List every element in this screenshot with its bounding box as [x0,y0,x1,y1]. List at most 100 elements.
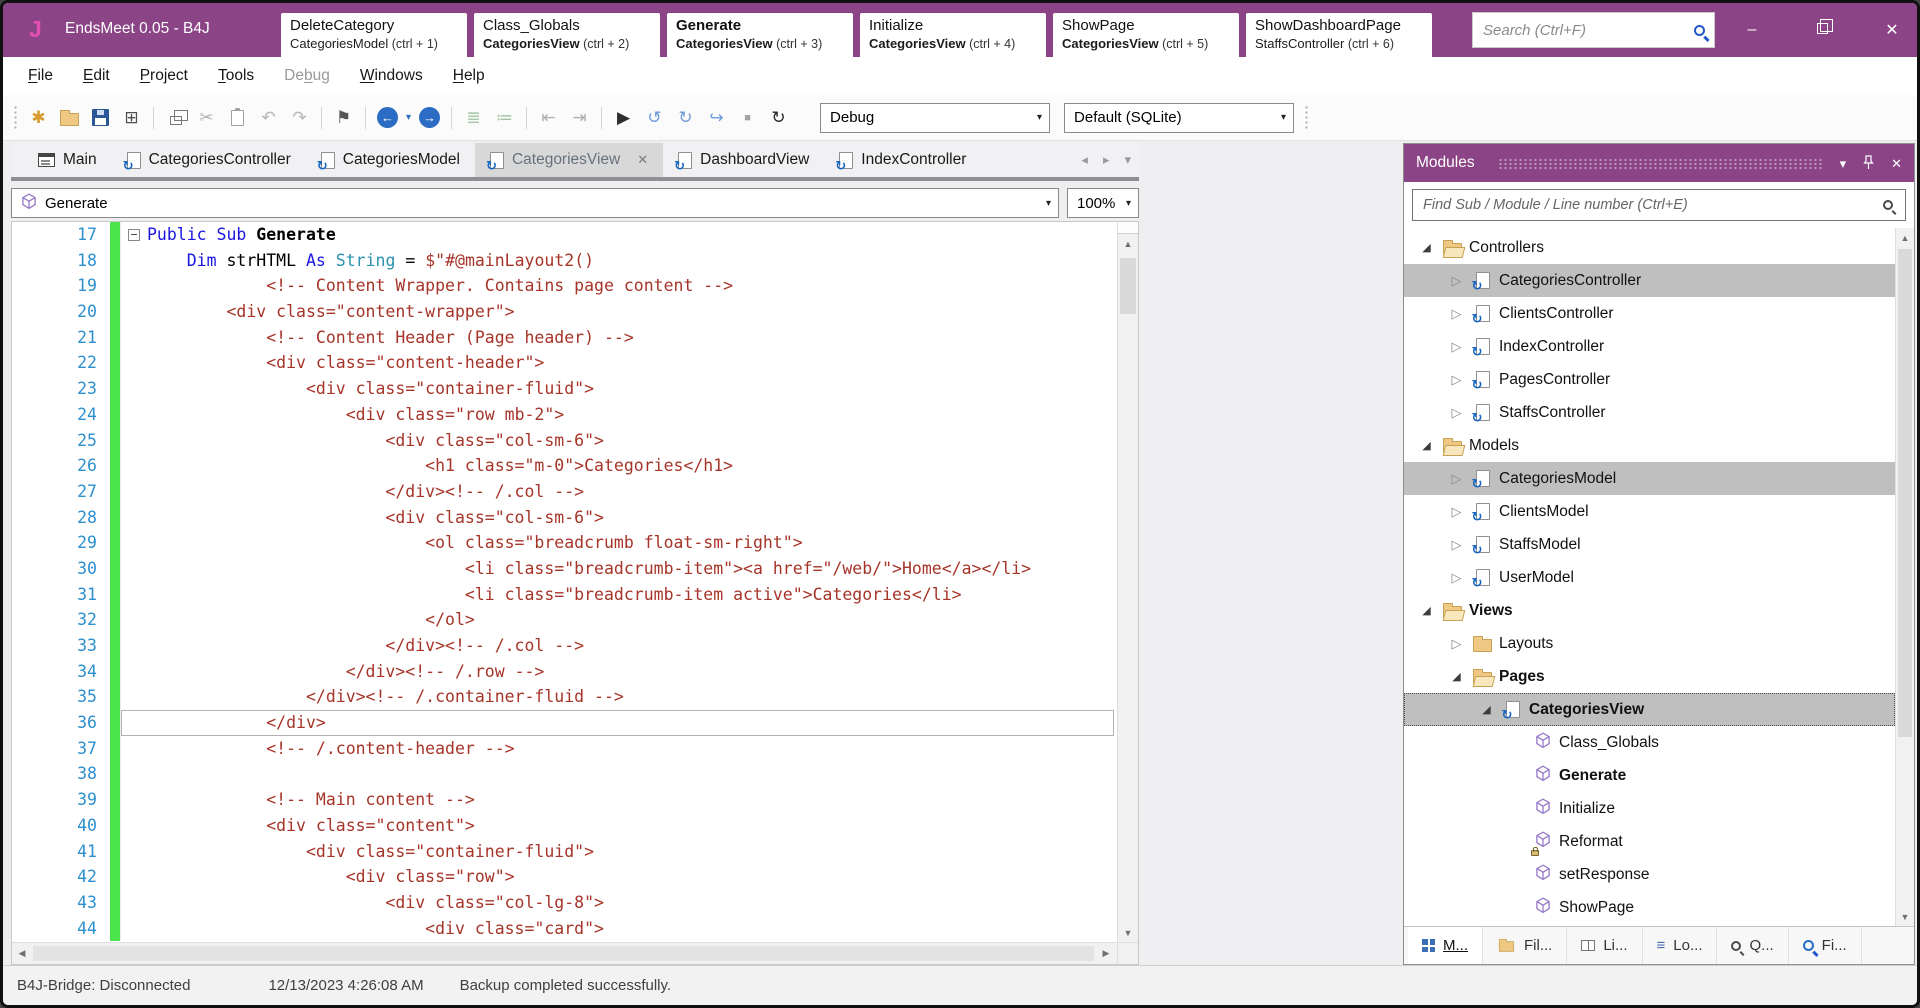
save-button[interactable] [87,104,114,131]
smart-string-button[interactable]: ≔ [491,104,518,131]
menu-windows[interactable]: Windows [345,57,438,95]
quick-access-tab[interactable]: ShowDashboardPageStaffsController (ctrl … [1246,13,1432,57]
fold-collapse-icon[interactable]: − [128,229,140,241]
find-sub-module-input[interactable]: Find Sub / Module / Line number (Ctrl+E) [1412,189,1906,221]
editor-splitter-handle[interactable] [1118,222,1138,234]
menu-edit[interactable]: Edit [68,57,125,95]
tree-item-categoriesview[interactable]: ◢↻CategoriesView [1404,693,1895,726]
tree-item-generate[interactable]: Generate [1404,759,1895,792]
doc-tab-categoriescontroller[interactable]: ↻CategoriesController [112,143,306,177]
navigate-forward-button[interactable]: → [416,104,443,131]
tree-item-indexcontroller[interactable]: ▷↻IndexController [1404,330,1895,363]
editor-horizontal-scrollbar[interactable]: ◀ ▶ [12,942,1138,964]
step-over-button[interactable]: ↪ [703,104,730,131]
collapsed-arrow-icon[interactable]: ▷ [1444,537,1469,553]
restore-button[interactable] [1809,21,1835,39]
tree-item-layouts[interactable]: ▷Layouts [1404,627,1895,660]
tree-item-views[interactable]: ◢Views [1404,594,1895,627]
tree-item-staffsmodel[interactable]: ▷↻StaffsModel [1404,528,1895,561]
redo-button[interactable]: ↷ [286,104,313,131]
code-editor[interactable]: 17−Public Sub Generate18 Dim strHTML As … [12,222,1117,942]
pause-button[interactable]: ↻ [672,104,699,131]
navigate-back-dropdown[interactable]: ▾ [406,112,411,123]
tab-scroll-left-button[interactable]: ◂ [1081,152,1088,168]
doc-tab-main[interactable]: Main [23,143,112,177]
indent-button[interactable]: ⇥ [566,104,593,131]
tree-item-categoriescontroller[interactable]: ▷↻CategoriesController [1404,264,1895,297]
tree-scroll-thumb[interactable] [1898,249,1912,737]
tree-item-reformat[interactable]: Reformat [1404,825,1895,858]
search-icon[interactable] [1694,25,1705,36]
tree-item-showpage[interactable]: ShowPage [1404,891,1895,924]
tree-vertical-scrollbar[interactable]: ▲ ▼ [1895,228,1914,926]
zoom-dropdown[interactable]: 100% ▾ [1067,188,1139,218]
tab-scroll-right-button[interactable]: ▸ [1103,152,1110,168]
tree-item-clientscontroller[interactable]: ▷↻ClientsController [1404,297,1895,330]
toolbar-overflow-grip[interactable] [1304,105,1309,131]
tool-tab-files[interactable]: Fil... [1483,927,1567,964]
cut-button[interactable]: ✂ [193,104,220,131]
close-icon[interactable]: ✕ [637,152,648,168]
collapsed-arrow-icon[interactable]: ▷ [1444,339,1469,355]
outdent-button[interactable]: ⇤ [535,104,562,131]
tool-tab-libraries[interactable]: Li... [1567,927,1642,964]
tree-item-categoriesmodel[interactable]: ▷↻CategoriesModel [1404,462,1895,495]
tree-item-setresponse[interactable]: setResponse [1404,858,1895,891]
sub-selector-dropdown[interactable]: Generate ▾ [11,188,1059,218]
menu-debug[interactable]: Debug [269,57,345,95]
tree-item-usermodel[interactable]: ▷↻UserModel [1404,561,1895,594]
comment-button[interactable]: ≣ [460,104,487,131]
collapsed-arrow-icon[interactable]: ▷ [1444,636,1469,652]
menu-help[interactable]: Help [438,57,500,95]
quick-access-tab[interactable]: InitializeCategoriesView (ctrl + 4) [860,13,1046,57]
quick-access-tab[interactable]: GenerateCategoriesView (ctrl + 3) [667,13,853,57]
build-config-dropdown[interactable]: Default (SQLite)▾ [1064,103,1294,133]
scroll-left-button[interactable]: ◀ [12,943,32,964]
scroll-down-button[interactable]: ▼ [1118,923,1138,942]
scroll-up-button[interactable]: ▲ [1118,234,1138,253]
bookmark-button[interactable]: ⚑ [330,104,357,131]
expanded-arrow-icon[interactable]: ◢ [1414,604,1439,617]
menu-project[interactable]: Project [125,57,203,95]
tool-tab-quick-search[interactable]: Q... [1717,927,1788,964]
open-project-button[interactable] [56,104,83,131]
collapsed-arrow-icon[interactable]: ▷ [1444,471,1469,487]
doc-tab-categoriesview[interactable]: ↻CategoriesView✕ [475,143,663,177]
tree-item-pages[interactable]: ◢Pages [1404,660,1895,693]
expanded-arrow-icon[interactable]: ◢ [1444,670,1469,683]
doc-tab-indexcontroller[interactable]: ↻IndexController [824,143,981,177]
collapsed-arrow-icon[interactable]: ▷ [1444,273,1469,289]
quick-access-tab[interactable]: DeleteCategoryCategoriesModel (ctrl + 1) [281,13,467,57]
collapsed-arrow-icon[interactable]: ▷ [1444,405,1469,421]
editor-vertical-scrollbar[interactable]: ▲ ▼ [1117,222,1138,942]
undo-button[interactable]: ↶ [255,104,282,131]
panel-close-icon[interactable]: ✕ [1891,157,1902,170]
vertical-scroll-thumb[interactable] [1120,258,1136,314]
stop-button[interactable]: ■ [734,104,761,131]
toolbar-grip[interactable] [13,105,18,131]
tree-item-models[interactable]: ◢Models [1404,429,1895,462]
collapsed-arrow-icon[interactable]: ▷ [1444,372,1469,388]
tree-scroll-down-button[interactable]: ▼ [1896,907,1914,926]
horizontal-scroll-thumb[interactable] [33,946,1094,961]
scroll-right-button[interactable]: ▶ [1096,943,1116,964]
restart-button[interactable]: ↻ [765,104,792,131]
quick-access-tab[interactable]: ShowPageCategoriesView (ctrl + 5) [1053,13,1239,57]
tree-item-clientsmodel[interactable]: ▷↻ClientsModel [1404,495,1895,528]
tool-tab-find[interactable]: Fi... [1789,927,1862,964]
quick-access-tab[interactable]: Class_GlobalsCategoriesView (ctrl + 2) [474,13,660,57]
minimize-button[interactable]: – [1739,21,1765,39]
collapsed-arrow-icon[interactable]: ▷ [1444,306,1469,322]
navigate-back-button[interactable]: ← [374,104,401,131]
tree-item-staffscontroller[interactable]: ▷↻StaffsController [1404,396,1895,429]
close-button[interactable]: ✕ [1879,20,1905,40]
expanded-arrow-icon[interactable]: ◢ [1474,703,1499,716]
expanded-arrow-icon[interactable]: ◢ [1414,439,1439,452]
panel-menu-dropdown-icon[interactable]: ▾ [1840,157,1847,170]
doc-tab-categoriesmodel[interactable]: ↻CategoriesModel [306,143,475,177]
tab-list-dropdown-button[interactable]: ▾ [1124,152,1131,168]
debug-mode-dropdown[interactable]: Debug▾ [820,103,1050,133]
resume-button[interactable]: ↺ [641,104,668,131]
new-project-button[interactable]: ✱ [25,104,52,131]
duplicate-window-button[interactable] [162,104,189,131]
